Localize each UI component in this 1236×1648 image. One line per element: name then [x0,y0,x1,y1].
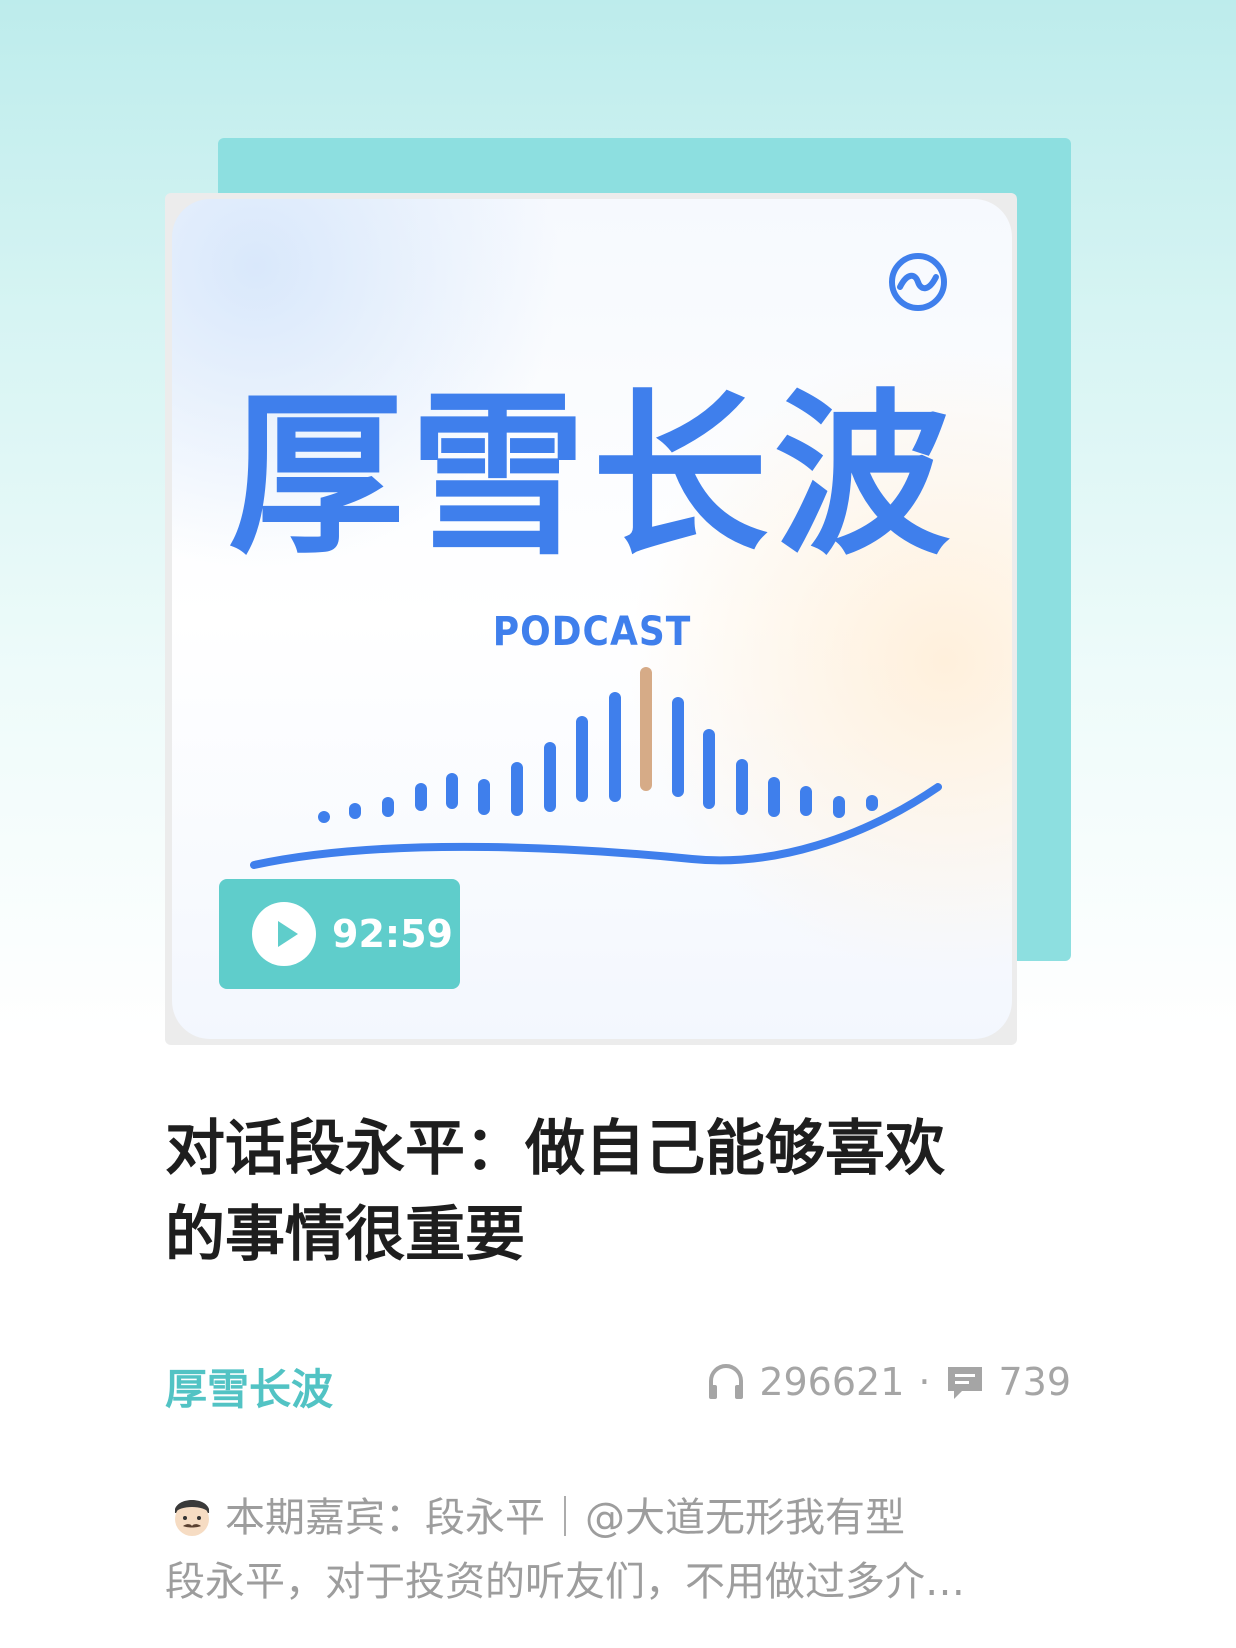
comment-icon[interactable] [944,1361,986,1403]
stats-separator: · [918,1360,931,1404]
wave-bar [415,783,427,811]
wave-bar [768,777,780,817]
episode-stats: 296621 · 739 [705,1360,1071,1404]
wave-bar [446,773,458,809]
wave-bar [833,796,845,818]
listen-count: 296621 [759,1360,905,1404]
wave-bar [576,716,588,802]
episode-duration: 92:59 [332,912,453,956]
wave-bar [609,692,621,802]
episode-title[interactable]: 对话段永平：做自己能够喜欢的事情很重要 [165,1106,985,1278]
description-line-1: 本期嘉宾：段永平｜@大道无形我有型 [165,1486,1065,1550]
wave-bar [800,786,812,816]
wave-bar [349,803,361,819]
wave-bar [382,797,394,817]
headphones-icon [709,1364,744,1399]
wave-bar [318,811,330,823]
wave-bar [511,762,523,816]
man-emoji-icon [174,1500,210,1536]
description-line-2: 段永平，对于投资的听友们，不用做过多介… [165,1559,965,1605]
wave-bar [544,742,556,812]
wave-bar [478,779,490,815]
wave-bar [736,759,748,815]
guest-intro-text: 本期嘉宾：段永平｜@大道无形我有型 [225,1495,905,1541]
play-button[interactable]: 92:59 [219,879,460,989]
wave-bar [672,697,684,797]
comment-count[interactable]: 739 [998,1360,1071,1404]
channel-name-link[interactable]: 厚雪长波 [165,1356,333,1417]
wave-bar [703,729,715,809]
wave-bar [640,667,652,791]
play-icon [252,902,316,966]
wave-bar [866,795,878,811]
episode-description[interactable]: 本期嘉宾：段永平｜@大道无形我有型 段永平，对于投资的听友们，不用做过多介… [165,1486,1065,1614]
